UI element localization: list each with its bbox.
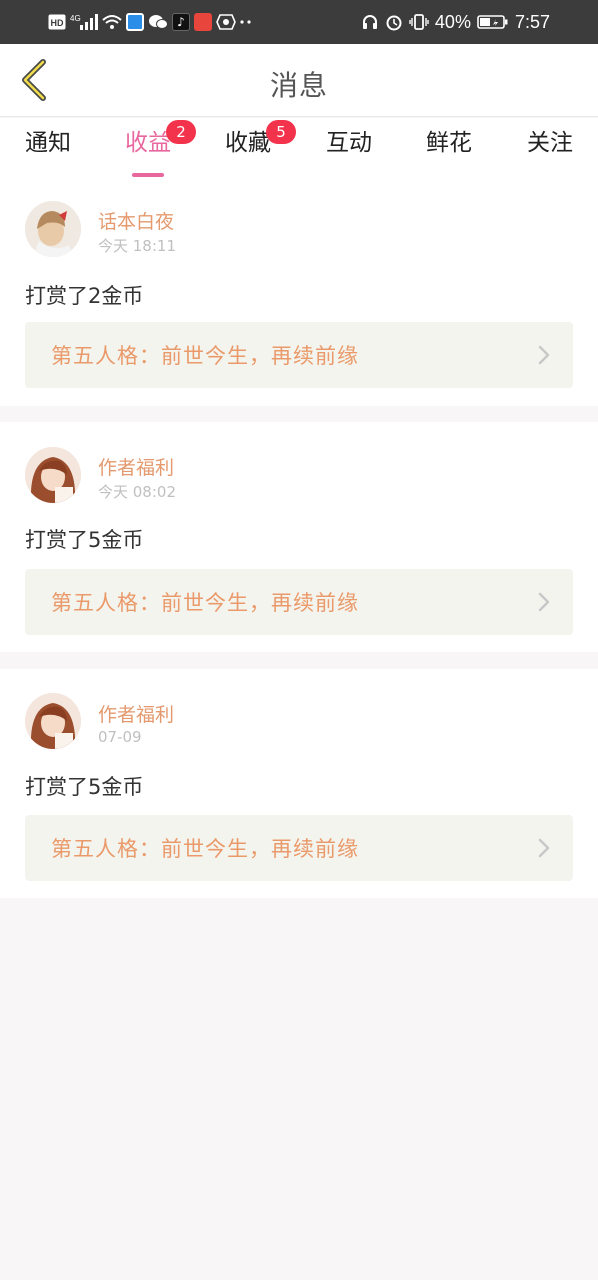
message-text: 打赏了2金币 [25, 284, 144, 308]
active-tab-indicator [132, 173, 164, 177]
wechat-icon [148, 12, 168, 32]
clock-time: 7:57 [514, 11, 550, 32]
unread-badge: 5 [266, 120, 296, 144]
more-dots-icon [240, 12, 252, 32]
book-link[interactable]: 第五人格：前世今生，再续前缘 [25, 322, 573, 388]
user-avatar-image [25, 447, 81, 503]
sender-name[interactable]: 作者福利 [98, 700, 174, 727]
page-title: 消息 [269, 69, 328, 102]
message-text: 打赏了5金币 [25, 528, 144, 552]
message-text: 打赏了5金币 [25, 775, 144, 799]
tab-label: 收益 [125, 130, 171, 156]
status-icons-right: 40% 7:57 [361, 10, 550, 34]
message-card: 作者福利 今天 08:02 打赏了5金币 第五人格：前世今生，再续前缘 [0, 422, 598, 652]
book-title: 第五人格：前世今生，再续前缘 [51, 591, 359, 615]
tab-interactions[interactable]: 互动 [309, 128, 389, 176]
tab-favorites[interactable]: 收藏 5 [208, 120, 296, 176]
headphones-icon [361, 12, 379, 32]
tab-label: 通知 [25, 130, 71, 156]
message-time: 今天 18:11 [98, 237, 176, 255]
avatar[interactable] [25, 201, 81, 257]
vibrate-icon [409, 12, 429, 32]
message-card: 话本白夜 今天 18:11 打赏了2金币 第五人格：前世今生，再续前缘 [0, 180, 598, 406]
unread-badge: 2 [166, 120, 196, 144]
status-icons-left: HD 4G ♪ [48, 10, 252, 34]
book-link[interactable]: 第五人格：前世今生，再续前缘 [25, 569, 573, 635]
svg-text:HD: HD [51, 18, 64, 28]
tab-label: 关注 [527, 130, 573, 156]
tab-flowers[interactable]: 鲜花 [409, 128, 489, 176]
book-title: 第五人格：前世今生，再续前缘 [51, 344, 359, 368]
book-title: 第五人格：前世今生，再续前缘 [51, 837, 359, 861]
tab-label: 收藏 [225, 130, 271, 156]
avatar[interactable] [25, 693, 81, 749]
sender-name[interactable]: 作者福利 [98, 453, 174, 480]
message-time: 07-09 [98, 728, 142, 746]
tab-notifications[interactable]: 通知 [8, 128, 88, 176]
app-header: 消息 [0, 44, 598, 117]
hd-icon: HD [48, 12, 66, 32]
tiktok-icon: ♪ [172, 12, 190, 32]
chevron-right-icon [538, 345, 550, 365]
battery-percent: 40% [434, 11, 471, 32]
app-red-icon [194, 12, 212, 32]
signal-4g-icon: 4G [70, 12, 98, 32]
tab-label: 鲜花 [426, 130, 472, 156]
tab-following[interactable]: 关注 [510, 128, 590, 176]
message-time: 今天 08:02 [98, 483, 176, 501]
shield-app-icon [216, 12, 236, 32]
tab-bar: 通知 收益 2 收藏 5 互动 鲜花 关注 [0, 118, 598, 180]
tab-label: 互动 [326, 130, 372, 156]
alarm-icon [385, 12, 403, 32]
tab-earnings[interactable]: 收益 2 [108, 120, 196, 177]
message-card: 作者福利 07-09 打赏了5金币 第五人格：前世今生，再续前缘 [0, 669, 598, 898]
user-avatar-image [25, 201, 81, 257]
chevron-right-icon [538, 592, 550, 612]
user-avatar-image [25, 693, 81, 749]
book-link[interactable]: 第五人格：前世今生，再续前缘 [25, 815, 573, 881]
wifi-icon [102, 12, 122, 32]
chevron-right-icon [538, 838, 550, 858]
battery-icon [477, 12, 509, 32]
svg-text:4G: 4G [70, 14, 81, 23]
avatar[interactable] [25, 447, 81, 503]
app-blue-icon [126, 12, 144, 32]
sender-name[interactable]: 话本白夜 [98, 207, 174, 234]
status-bar: HD 4G ♪ 40% 7:57 [0, 0, 598, 44]
